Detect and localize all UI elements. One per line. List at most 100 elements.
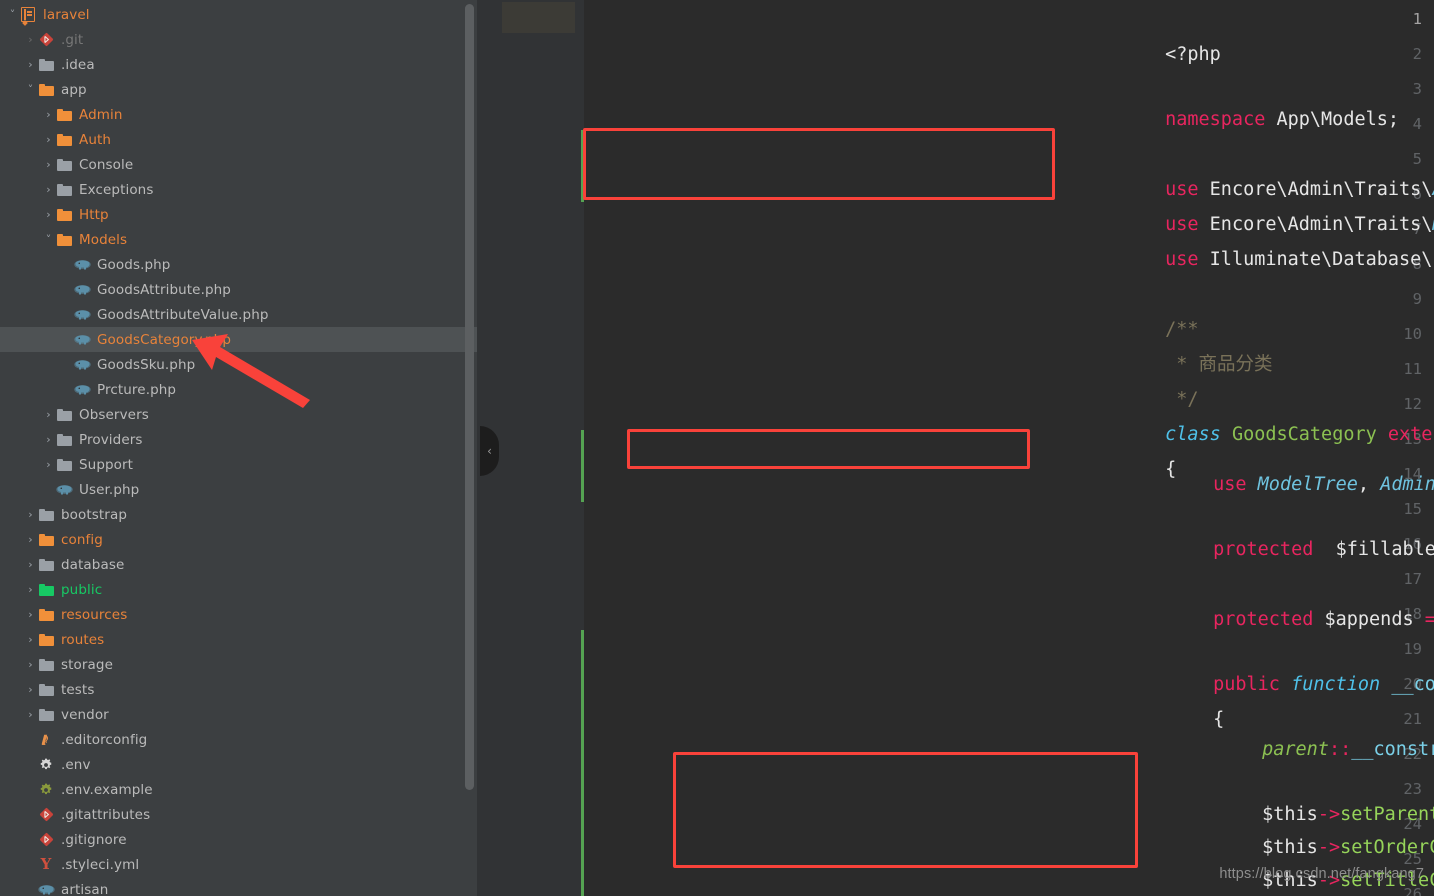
tree-item-label: app [61,81,87,98]
php-file-icon [73,283,91,296]
tree-item-label: routes [61,631,105,648]
tree-folder-observers[interactable]: › Observers [0,402,480,427]
tree-folder-http[interactable]: › Http [0,202,480,227]
chevron-right-icon[interactable]: › [42,209,55,220]
chevron-right-icon[interactable]: › [42,409,55,420]
code-line-9: /** [1076,277,1198,340]
tree-file-goodscategory-php[interactable]: GoodsCategory.php [0,327,480,352]
chevron-right-icon[interactable]: › [24,559,37,570]
chevron-right-icon[interactable]: › [42,434,55,445]
tree-folder-storage[interactable]: › storage [0,652,480,677]
chevron-right-icon[interactable]: › [24,609,37,620]
tree-file-editorconfig[interactable]: .editorconfig [0,727,480,752]
token-scope-resolution: :: [1328,739,1352,760]
code-editor[interactable]: 1 2 3 4 5 6 7 8 9 10 11 12 13 14 15 16 17 18 19 20 21 22 23 24 2… [480,0,1434,896]
tree-file-goods-php[interactable]: Goods.php [0,252,480,277]
token-trait-modeltree: ModelTree [1246,474,1358,495]
tree-file-gitignore[interactable]: .gitignore [0,827,480,852]
chevron-right-icon[interactable]: › [24,634,37,645]
tree-folder-tests[interactable]: › tests [0,677,480,702]
php-file-icon [73,258,91,271]
tree-folder-bootstrap[interactable]: › bootstrap [0,502,480,527]
token-comment-text: 商品分类 [1198,354,1273,375]
chevron-down-icon[interactable]: ˅ [42,234,55,245]
tree-folder-exceptions[interactable]: › Exceptions [0,177,480,202]
folder-orange-icon [37,633,55,646]
tree-folder-app[interactable]: ˅ app [0,77,480,102]
tree-item-label: storage [61,656,113,673]
php-file-icon [73,308,91,321]
chevron-right-icon[interactable]: › [24,534,37,545]
folder-green-icon [37,583,55,596]
project-tree-panel[interactable]: ˅ laravel › .git › .idea ˅ app › Admin › Auth › Conso… [0,0,480,896]
tree-folder-idea[interactable]: › .idea [0,52,480,77]
tree-file-env-example[interactable]: .env.example [0,777,480,802]
token-call-construct: __construct [1351,739,1434,760]
tree-folder-console[interactable]: › Console [0,152,480,177]
tree-file-gitattributes[interactable]: .gitattributes [0,802,480,827]
gear-green-icon [37,783,55,797]
tree-item-label: .gitignore [61,831,127,848]
tree-item-label: bootstrap [61,506,128,523]
tree-item-label: .styleci.yml [61,856,140,873]
chevron-down-icon[interactable]: ˅ [24,84,37,95]
tree-folder-auth[interactable]: › Auth [0,127,480,152]
folder-gray-icon [55,458,73,471]
tree-item-label: .git [61,31,84,48]
tree-file-goodssku-php[interactable]: GoodsSku.php [0,352,480,377]
chevron-right-icon[interactable]: › [24,509,37,520]
chevron-right-icon[interactable]: › [24,659,37,670]
chevron-right-icon[interactable]: › [42,109,55,120]
tree-item-label: database [61,556,125,573]
tree-file-user-php[interactable]: User.php [0,477,480,502]
tree-folder-database[interactable]: › database [0,552,480,577]
tree-file-env[interactable]: .env [0,752,480,777]
tree-item-label: GoodsAttribute.php [97,281,231,298]
folder-gray-icon [37,683,55,696]
chevron-right-icon[interactable]: › [24,684,37,695]
tree-folder-resources[interactable]: › resources [0,602,480,627]
tree-folder-config[interactable]: › config [0,527,480,552]
chevron-right-icon[interactable]: › [42,459,55,470]
tree-folder-git[interactable]: › .git [0,27,480,52]
chevron-right-icon[interactable]: › [24,584,37,595]
code-content[interactable]: <?php namespace App\Models; use Encore\A… [480,0,1434,896]
chevron-right-icon[interactable]: › [42,134,55,145]
tree-file-styleci-yml[interactable]: Y .styleci.yml [0,852,480,877]
tree-folder-public[interactable]: › public [0,577,480,602]
token-keyword-namespace: namespace [1165,109,1266,130]
tree-folder-models[interactable]: ˅ Models [0,227,480,252]
chevron-right-icon[interactable]: › [24,34,37,45]
sidebar-scrollbar-thumb[interactable] [465,4,474,790]
tree-folder-routes[interactable]: › routes [0,627,480,652]
chevron-right-icon[interactable]: › [42,159,55,170]
tree-folder-support[interactable]: › Support [0,452,480,477]
token-equals: = [1424,609,1434,630]
folder-gray-icon [55,183,73,196]
tree-item-label: tests [61,681,95,698]
code-line-6: use Encore\Admin\Traits\ModelTree; [1076,172,1434,235]
code-line-25: $this->setOrderColumn('sort'); [1173,795,1434,858]
code-line-5: use Encore\Admin\Traits\AdminBuilder; [1076,137,1434,200]
chevron-down-icon[interactable]: ˅ [6,9,19,20]
tree-folder-admin[interactable]: › Admin [0,102,480,127]
tree-item-label: Models [79,231,128,248]
tree-item-label: .gitattributes [61,806,151,823]
tree-file-goodsattribute-php[interactable]: GoodsAttribute.php [0,277,480,302]
tree-folder-vendor[interactable]: › vendor [0,702,480,727]
tree-module-laravel[interactable]: ˅ laravel [0,2,480,27]
chevron-right-icon[interactable]: › [24,59,37,70]
tree-file-artisan[interactable]: artisan [0,877,480,896]
tree-item-label: .env.example [61,781,153,798]
tree-file-goodsattributevalue-php[interactable]: GoodsAttributeValue.php [0,302,480,327]
code-line-18: protected $appends = ['levels']; [1124,567,1434,630]
chevron-right-icon[interactable]: › [42,184,55,195]
tree-folder-providers[interactable]: › Providers [0,427,480,452]
tree-item-label: .editorconfig [61,731,148,748]
chevron-right-icon[interactable]: › [24,709,37,720]
code-line-10: * 商品分类 [1076,312,1272,375]
tree-file-prcture-php[interactable]: Prcture.php [0,377,480,402]
project-tree[interactable]: ˅ laravel › .git › .idea ˅ app › Admin › Auth › Conso… [0,0,480,896]
token-keyword-parent: parent [1262,739,1329,760]
git-icon [37,32,55,47]
